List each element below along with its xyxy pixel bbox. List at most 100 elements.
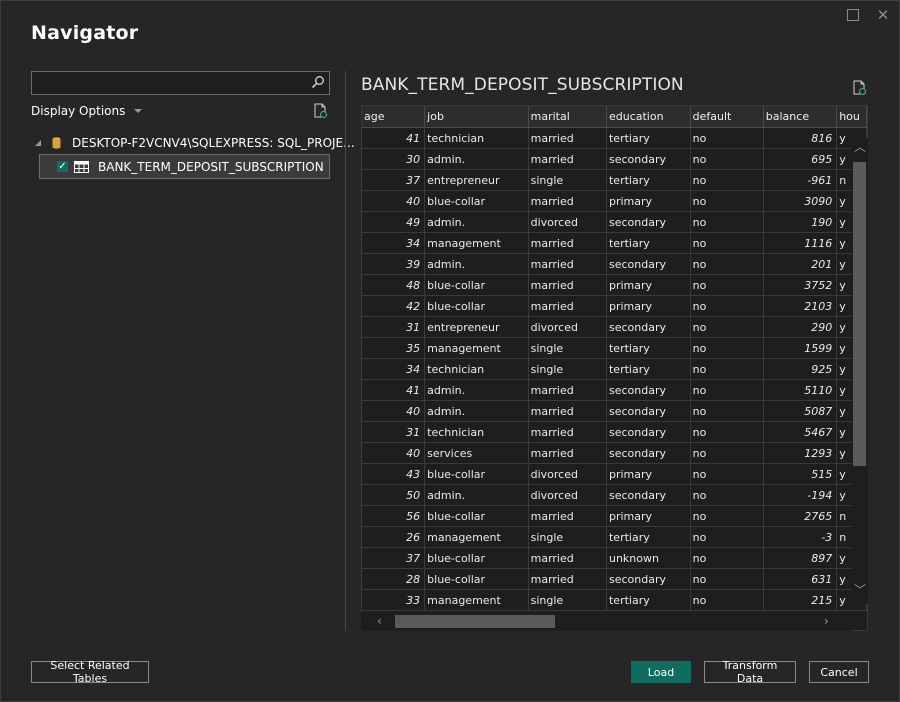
table-cell: secondary — [606, 484, 691, 506]
scroll-up-icon[interactable]: ︿ — [854, 141, 866, 153]
table-row: 31 technician married secondary no 5467 y — [362, 421, 867, 443]
table-cell: 43 — [362, 463, 426, 485]
table-cell: no — [690, 253, 764, 275]
scroll-right-icon[interactable]: › — [824, 614, 829, 628]
cancel-button[interactable]: Cancel — [809, 661, 869, 683]
vertical-scroll-thumb[interactable] — [853, 162, 866, 466]
pane-divider[interactable] — [345, 71, 346, 631]
table-cell: 37 — [362, 547, 426, 569]
close-button[interactable]: ✕ — [875, 7, 891, 23]
search-input[interactable] — [31, 71, 330, 95]
column-header-marital[interactable]: marital — [528, 106, 607, 128]
table-cell: blue-collar — [424, 274, 529, 296]
table-cell: no — [690, 589, 764, 611]
table-cell: 1116 — [763, 232, 838, 254]
table-cell: no — [690, 232, 764, 254]
scroll-down-icon[interactable]: ﹀ — [854, 584, 866, 596]
expand-arrow-icon[interactable] — [34, 139, 42, 147]
table-cell: 897 — [763, 547, 838, 569]
column-header-hou[interactable]: hou — [836, 106, 867, 128]
column-header-education[interactable]: education — [606, 106, 691, 128]
window-title: Navigator — [31, 22, 139, 44]
table-row: 34 management married tertiary no 1116 y — [362, 232, 867, 254]
table-cell: 26 — [362, 526, 426, 548]
table-cell: 190 — [763, 211, 838, 233]
tree-server-label: DESKTOP-F2VCNV4\SQLEXPRESS: SQL_PROJE... — [72, 136, 355, 150]
table-cell: married — [528, 127, 607, 149]
horizontal-scroll-thumb[interactable] — [395, 615, 555, 628]
table-cell: blue-collar — [424, 547, 529, 569]
display-options-dropdown[interactable]: Display Options — [31, 104, 143, 118]
column-header-balance[interactable]: balance — [763, 106, 838, 128]
table-row: 48 blue-collar married primary no 3752 y — [362, 274, 867, 296]
table-cell: married — [528, 505, 607, 527]
table-row: 37 blue-collar married unknown no 897 y — [362, 547, 867, 569]
column-header-default[interactable]: default — [690, 106, 764, 128]
table-cell: no — [690, 547, 764, 569]
check-icon: ✓ — [58, 161, 67, 172]
table-row: 28 blue-collar married secondary no 631 y — [362, 568, 867, 590]
table-cell: no — [690, 379, 764, 401]
table-cell: 5087 — [763, 400, 838, 422]
table-cell: 30 — [362, 148, 426, 170]
table-cell: secondary — [606, 400, 691, 422]
search-icon[interactable] — [311, 75, 325, 89]
table-cell: 5110 — [763, 379, 838, 401]
table-cell: no — [690, 526, 764, 548]
table-cell: married — [528, 274, 607, 296]
load-button[interactable]: Load — [631, 661, 691, 683]
table-cell: 49 — [362, 211, 426, 233]
column-header-age[interactable]: age — [362, 106, 426, 128]
vertical-scrollbar[interactable]: ︿ ﹀ — [851, 138, 868, 604]
preview-title: BANK_TERM_DEPOSIT_SUBSCRIPTION — [361, 75, 684, 95]
preview-grid[interactable]: age job marital education default balance hou … — [361, 105, 868, 631]
table-row: 30 admin. married secondary no 695 y — [362, 148, 867, 170]
table-cell: married — [528, 421, 607, 443]
refresh-preview-icon[interactable] — [852, 80, 867, 96]
table-cell: 40 — [362, 190, 426, 212]
table-cell: tertiary — [606, 526, 691, 548]
table-cell: secondary — [606, 568, 691, 590]
select-related-tables-button[interactable]: Select Related Tables — [31, 659, 149, 685]
table-row: 41 technician married tertiary no 816 y — [362, 127, 867, 149]
chevron-down-icon — [134, 109, 143, 113]
table-row: 40 services married secondary no 1293 y — [362, 442, 867, 464]
table-cell: 34 — [362, 358, 426, 380]
table-cell: entrepreneur — [424, 169, 529, 191]
table-cell: blue-collar — [424, 295, 529, 317]
table-cell: 2103 — [763, 295, 838, 317]
scroll-left-icon[interactable]: ‹ — [377, 614, 382, 628]
table-cell: 41 — [362, 127, 426, 149]
transform-data-button[interactable]: Transform Data — [704, 659, 796, 685]
table-cell: tertiary — [606, 589, 691, 611]
table-cell: no — [690, 400, 764, 422]
refresh-icon[interactable] — [313, 103, 328, 119]
tree-item-server[interactable]: DESKTOP-F2VCNV4\SQLEXPRESS: SQL_PROJE... — [31, 134, 355, 152]
table-cell: admin. — [424, 484, 529, 506]
table-cell: technician — [424, 127, 529, 149]
table-icon — [74, 160, 89, 173]
table-cell: married — [528, 379, 607, 401]
table-cell: married — [528, 568, 607, 590]
horizontal-scrollbar[interactable]: ‹ › — [361, 612, 851, 631]
table-row: 49 admin. divorced secondary no 190 y — [362, 211, 867, 233]
tree-item-table[interactable]: ✓ BANK_TERM_DEPOSIT_SUBSCRIPTION — [39, 154, 330, 179]
table-cell: divorced — [528, 211, 607, 233]
table-cell: primary — [606, 190, 691, 212]
table-cell: secondary — [606, 148, 691, 170]
column-header-job[interactable]: job — [424, 106, 529, 128]
table-row: 40 blue-collar married primary no 3090 y — [362, 190, 867, 212]
table-cell: 40 — [362, 400, 426, 422]
table-cell: 35 — [362, 337, 426, 359]
table-cell: technician — [424, 421, 529, 443]
table-cell: divorced — [528, 316, 607, 338]
table-cell: single — [528, 337, 607, 359]
table-checkbox[interactable]: ✓ — [57, 161, 68, 172]
table-cell: services — [424, 442, 529, 464]
table-cell: 5467 — [763, 421, 838, 443]
table-cell: 39 — [362, 253, 426, 275]
maximize-button[interactable] — [845, 7, 861, 23]
table-cell: secondary — [606, 421, 691, 443]
table-cell: no — [690, 463, 764, 485]
table-cell: secondary — [606, 316, 691, 338]
